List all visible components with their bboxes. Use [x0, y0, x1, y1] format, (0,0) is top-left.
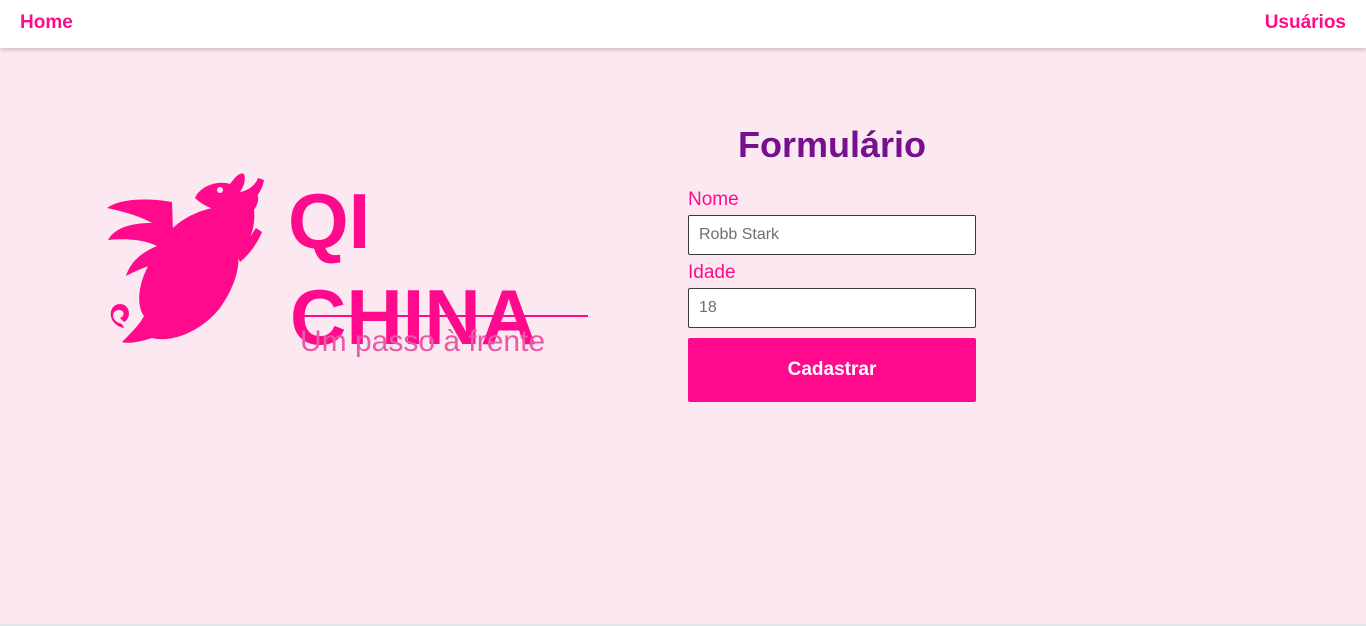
cadastrar-button[interactable]: Cadastrar: [688, 338, 976, 402]
top-navbar: Home Usuários: [0, 0, 1366, 48]
age-label: Idade: [688, 262, 736, 283]
name-label: Nome: [688, 189, 739, 210]
age-input[interactable]: [688, 288, 976, 328]
logo-tagline: Um passo à frente: [300, 325, 546, 358]
nav-home-link[interactable]: Home: [20, 12, 73, 34]
nav-users-link[interactable]: Usuários: [1265, 12, 1346, 34]
name-input[interactable]: [688, 215, 976, 255]
flying-pig-icon: [107, 173, 264, 343]
registration-form: Formulário Nome Idade Cadastrar: [688, 122, 976, 402]
logo-divider: [294, 315, 588, 317]
main-content: QI CHINA Um passo à frente Formulário No…: [0, 48, 1366, 624]
logo-text-qi: QI: [288, 177, 370, 265]
form-title: Formulário: [737, 124, 926, 165]
